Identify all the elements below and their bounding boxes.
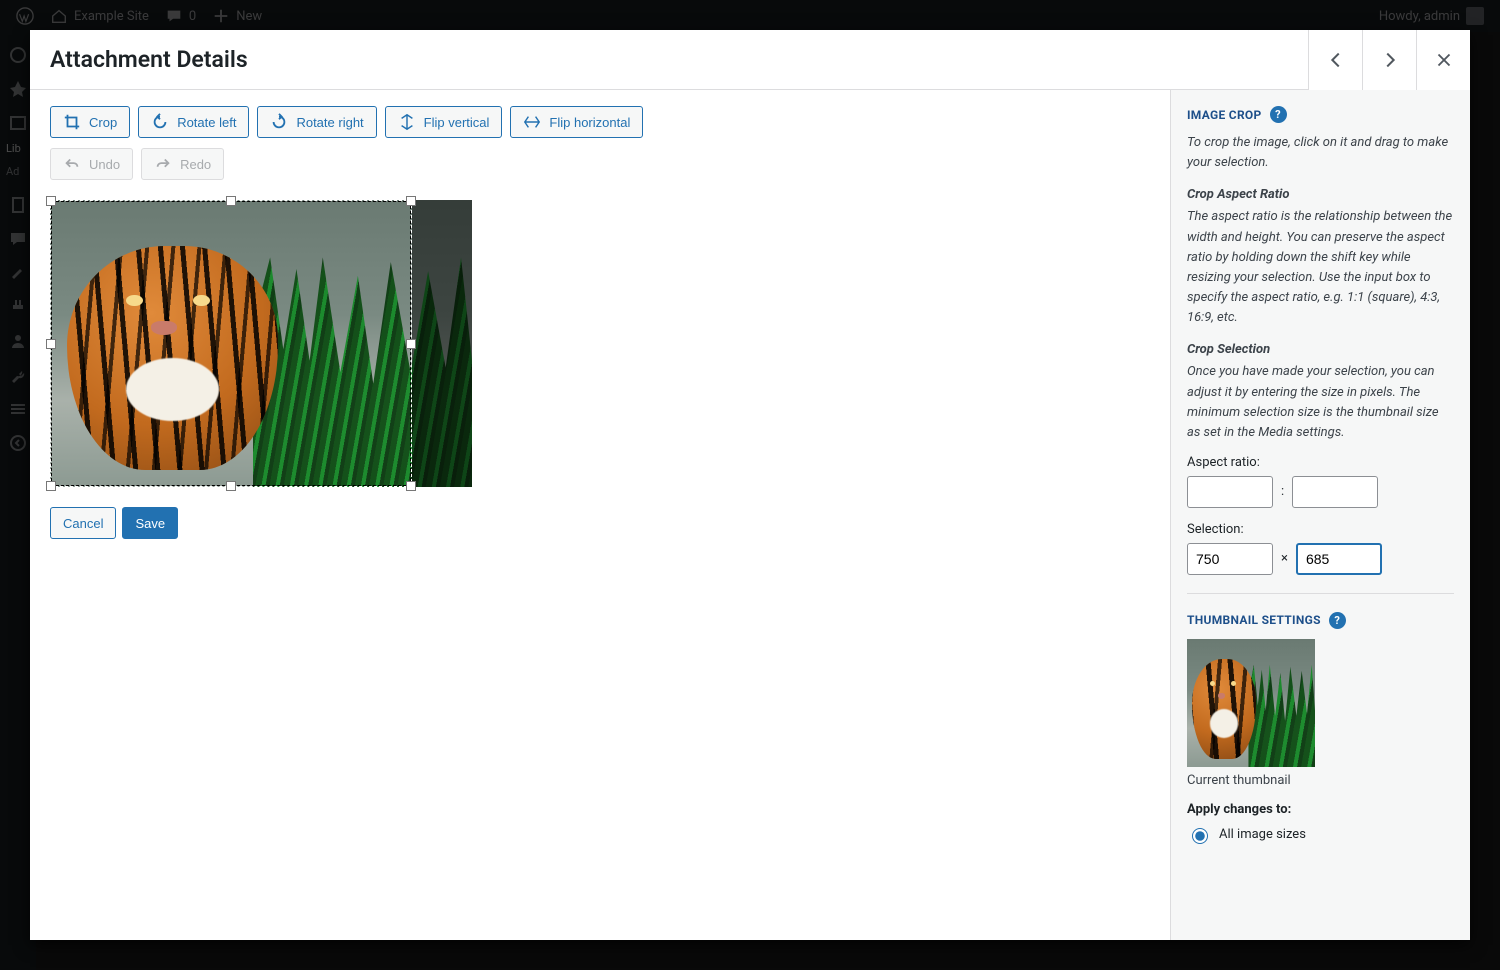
redo-button: Redo <box>141 148 224 180</box>
close-modal-button[interactable] <box>1416 30 1470 90</box>
crop-selection[interactable] <box>50 200 412 487</box>
panel-divider <box>1187 593 1454 594</box>
selection-width-input[interactable] <box>1187 543 1273 575</box>
aspect-ratio-row: : <box>1187 476 1454 508</box>
selection-separator: × <box>1281 551 1288 566</box>
next-attachment-button[interactable] <box>1362 30 1416 90</box>
crop-instructions: To crop the image, click on it and drag … <box>1187 133 1454 173</box>
flip-vertical-icon <box>398 113 416 131</box>
cancel-label: Cancel <box>63 516 103 531</box>
save-button[interactable]: Save <box>122 507 178 539</box>
side-panel: Image Crop ? To crop the image, click on… <box>1170 90 1470 940</box>
image-edit-area: Crop Rotate left Rotate right Flip verti… <box>30 90 1170 940</box>
prev-attachment-button[interactable] <box>1308 30 1362 90</box>
crop-icon <box>63 113 81 131</box>
apply-all-radio[interactable] <box>1192 828 1208 844</box>
flip-vertical-label: Flip vertical <box>424 115 490 130</box>
rotate-right-label: Rotate right <box>296 115 363 130</box>
crop-handle-br[interactable] <box>406 481 416 491</box>
crop-button[interactable]: Crop <box>50 106 130 138</box>
current-thumbnail <box>1187 639 1315 767</box>
crop-handle-tl[interactable] <box>46 196 56 206</box>
selection-label: Selection: <box>1187 522 1454 537</box>
redo-icon <box>154 155 172 173</box>
chevron-right-icon <box>1379 49 1401 71</box>
crop-stage[interactable] <box>50 200 472 487</box>
thumbnail-settings-text: Thumbnail Settings <box>1187 613 1321 627</box>
tool-row-1: Crop Rotate left Rotate right Flip verti… <box>50 106 1150 138</box>
crop-handle-tc[interactable] <box>226 196 236 206</box>
apply-all-row[interactable]: All image sizes <box>1187 825 1454 844</box>
undo-icon <box>63 155 81 173</box>
chevron-left-icon <box>1325 49 1347 71</box>
attachment-details-modal: Attachment Details Crop Rotate l <box>30 30 1470 940</box>
crop-aspect-body: The aspect ratio is the relationship bet… <box>1187 207 1454 328</box>
flip-horizontal-label: Flip horizontal <box>549 115 630 130</box>
flip-horizontal-icon <box>523 113 541 131</box>
rotate-right-icon <box>270 113 288 131</box>
apply-all-label: All image sizes <box>1219 827 1306 842</box>
crop-handle-tr[interactable] <box>406 196 416 206</box>
thumbnail-caption: Current thumbnail <box>1187 773 1454 788</box>
aspect-ratio-height-input[interactable] <box>1292 476 1378 508</box>
cancel-button[interactable]: Cancel <box>50 507 116 539</box>
crop-veil-right <box>412 200 472 487</box>
modal-header: Attachment Details <box>30 30 1470 90</box>
aspect-ratio-separator: : <box>1281 484 1284 499</box>
close-icon <box>1433 49 1455 71</box>
aspect-ratio-label: Aspect ratio: <box>1187 455 1454 470</box>
action-row: Cancel Save <box>50 507 1150 539</box>
flip-vertical-button[interactable]: Flip vertical <box>385 106 503 138</box>
image-crop-heading-text: Image Crop <box>1187 108 1262 122</box>
modal-title: Attachment Details <box>50 46 1308 73</box>
apply-changes-label: Apply changes to: <box>1187 802 1454 817</box>
aspect-ratio-width-input[interactable] <box>1187 476 1273 508</box>
crop-aspect-heading: Crop Aspect Ratio <box>1187 185 1454 205</box>
crop-handle-mr[interactable] <box>406 339 416 349</box>
flip-horizontal-button[interactable]: Flip horizontal <box>510 106 643 138</box>
redo-label: Redo <box>180 157 211 172</box>
crop-handle-bc[interactable] <box>226 481 236 491</box>
crop-selection-body: Once you have made your selection, you c… <box>1187 362 1454 443</box>
crop-handle-bl[interactable] <box>46 481 56 491</box>
image-crop-heading: Image Crop ? <box>1187 106 1454 123</box>
thumbnail-settings-heading: Thumbnail Settings ? <box>1187 612 1454 629</box>
rotate-right-button[interactable]: Rotate right <box>257 106 376 138</box>
rotate-left-icon <box>151 113 169 131</box>
undo-label: Undo <box>89 157 120 172</box>
crop-selection-heading: Crop Selection <box>1187 340 1454 360</box>
save-label: Save <box>135 516 165 531</box>
help-icon[interactable]: ? <box>1270 106 1287 123</box>
crop-label: Crop <box>89 115 117 130</box>
undo-button: Undo <box>50 148 133 180</box>
help-icon[interactable]: ? <box>1329 612 1346 629</box>
rotate-left-label: Rotate left <box>177 115 236 130</box>
selection-row: × <box>1187 543 1454 575</box>
rotate-left-button[interactable]: Rotate left <box>138 106 249 138</box>
selection-height-input[interactable] <box>1296 543 1382 575</box>
crop-handle-ml[interactable] <box>46 339 56 349</box>
tool-row-2: Undo Redo <box>50 148 1150 180</box>
